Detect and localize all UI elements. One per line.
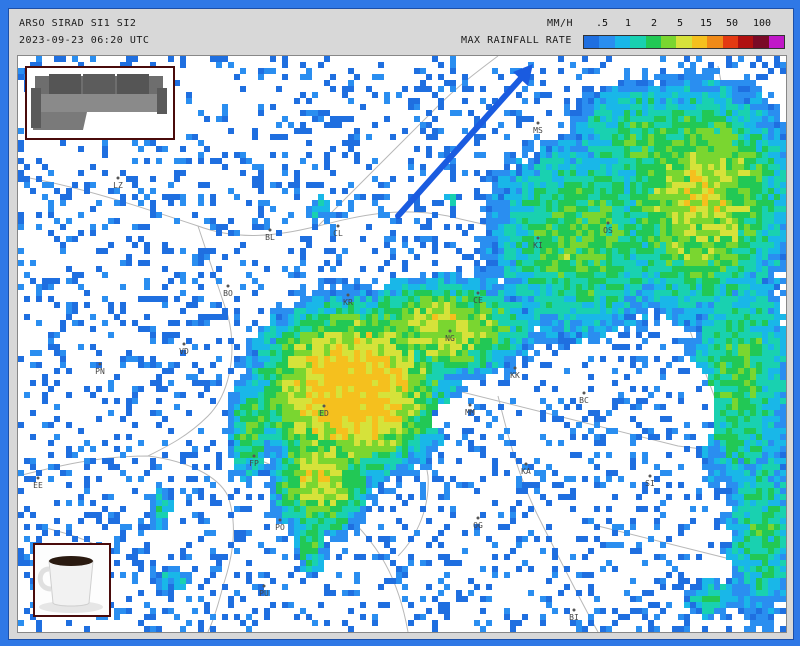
city-dot: [182, 342, 186, 346]
city-label: PU: [259, 589, 269, 598]
legend-value: 5: [676, 18, 684, 29]
legend-value: 100: [752, 18, 772, 29]
city-dot: [336, 224, 340, 228]
legend-value: 1: [624, 18, 632, 29]
city-dot: [252, 454, 256, 458]
city-dot: [346, 293, 350, 297]
city-dot: [262, 584, 266, 588]
city-label: BO: [223, 289, 233, 298]
radar-title: ARSO SIRAD SI1 SI2: [19, 18, 137, 29]
rainfall-color-scale: [583, 35, 785, 49]
city-label: FP: [249, 459, 259, 468]
city-dot: [448, 329, 452, 333]
city-dot: [322, 404, 326, 408]
city-label: KK: [510, 371, 520, 380]
city-dot: [36, 476, 40, 480]
legend-color-cell: [722, 36, 738, 48]
timestamp: 2023-09-23 06:20 UTC: [19, 35, 150, 46]
city-dot: [226, 284, 230, 288]
legend-value: 15: [699, 18, 713, 29]
city-label: EE: [33, 481, 43, 490]
city-dot: [524, 462, 528, 466]
sofa-icon: [27, 68, 173, 138]
city-label: BC: [579, 396, 589, 405]
window-frame: ARSO SIRAD SI1 SI2 2023-09-23 06:20 UTC …: [0, 0, 800, 646]
legend-value: 2: [650, 18, 658, 29]
city-label: KI: [533, 241, 543, 250]
legend-value: 50: [725, 18, 739, 29]
legend-color-cell: [768, 36, 785, 48]
city-dot: [513, 366, 517, 370]
map-header: ARSO SIRAD SI1 SI2 2023-09-23 06:20 UTC …: [9, 9, 793, 55]
legend-color-cell: [645, 36, 661, 48]
city-dot: [648, 474, 652, 478]
legend-color-cell: [676, 36, 692, 48]
city-label: VD: [179, 347, 189, 356]
city-dot: [606, 221, 610, 225]
sofa-thumbnail[interactable]: [25, 66, 175, 140]
city-label: PO: [275, 523, 285, 532]
city-label: NG: [445, 334, 455, 343]
coffee-thumbnail[interactable]: [33, 543, 111, 617]
city-dot: [536, 236, 540, 240]
city-label: CE: [473, 296, 483, 305]
legend-value-labels: .5 1 2 5 15 50 100: [549, 18, 789, 30]
legend-color-cell: [691, 36, 708, 48]
city-label: SI: [645, 479, 655, 488]
city-label: OG: [473, 521, 483, 530]
legend-color-cell: [630, 36, 646, 48]
city-dot: [98, 362, 102, 366]
legend-color-cell: [614, 36, 631, 48]
legend-value: .5: [595, 18, 609, 29]
legend-title: MAX RAINFALL RATE: [461, 35, 572, 46]
map-canvas: LZ BL CL BO VD PN KR CE NG KK MM ED BC KA SI FP PO OG PU BI…: [18, 56, 786, 632]
legend-color-cell: [753, 36, 769, 48]
city-label: KA: [521, 467, 531, 476]
city-label: BL: [265, 233, 275, 242]
city-label: MS: [533, 126, 543, 135]
city-label: CL: [333, 229, 343, 238]
coffee-cup-icon: [35, 545, 109, 615]
city-dot: [536, 121, 540, 125]
city-dot: [476, 516, 480, 520]
city-label: ED: [319, 409, 329, 418]
city-dot: [468, 403, 472, 407]
city-dot: [278, 518, 282, 522]
city-label: MM: [465, 408, 475, 417]
city-dot: [476, 291, 480, 295]
legend-color-cell: [737, 36, 754, 48]
city-dot: [582, 391, 586, 395]
city-label: BI: [569, 613, 579, 622]
legend-color-cell: [707, 36, 723, 48]
legend-color-cell: [584, 36, 600, 48]
city-label: LZ: [113, 181, 123, 190]
city-dot: [268, 228, 272, 232]
city-label: KR: [343, 298, 353, 307]
city-label: OS: [603, 226, 613, 235]
city-label: PN: [95, 367, 105, 376]
legend-color-cell: [599, 36, 615, 48]
city-dot: [116, 176, 120, 180]
city-dot: [572, 608, 576, 612]
legend-color-cell: [660, 36, 677, 48]
